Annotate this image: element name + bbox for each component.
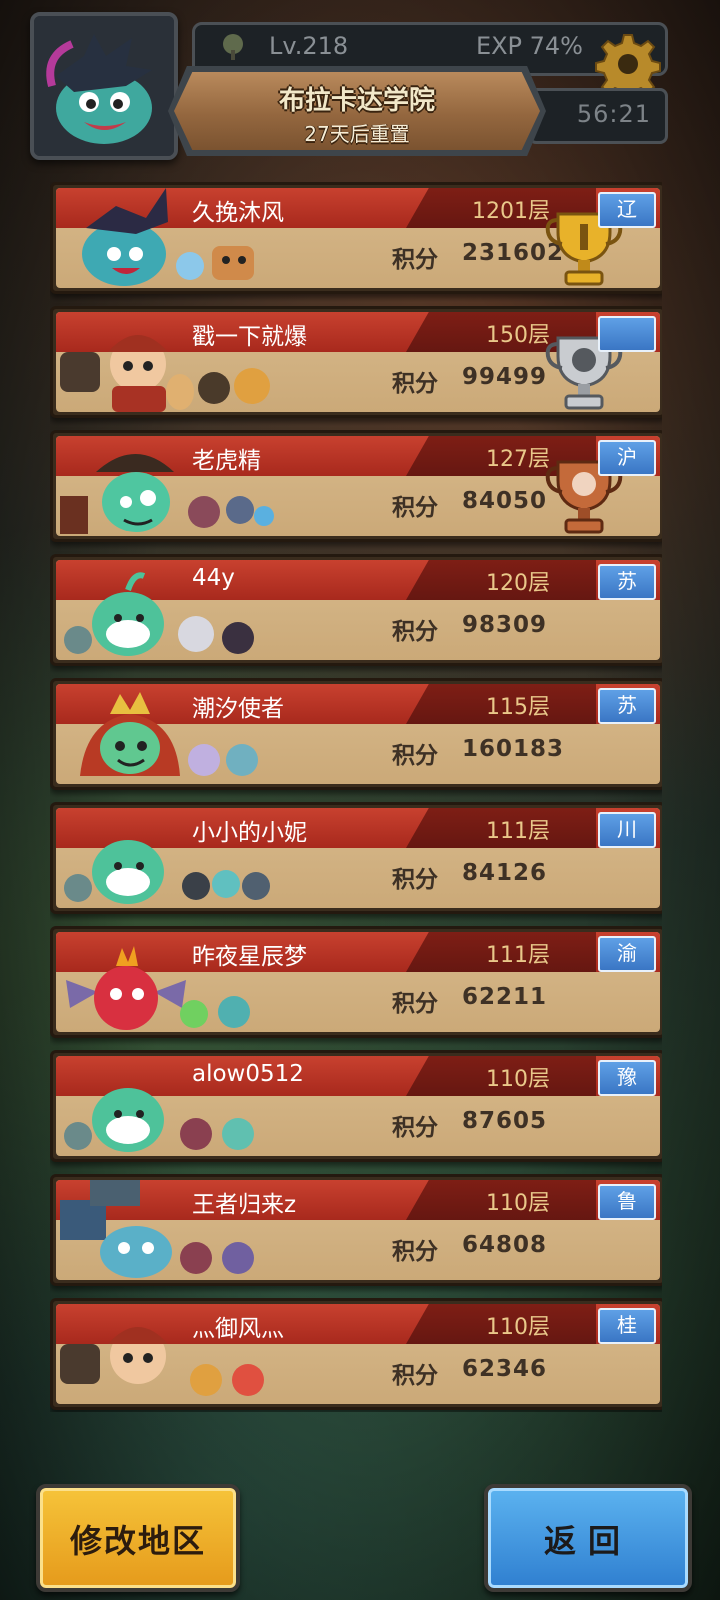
team-avatars <box>64 572 254 656</box>
score-label: 积分 <box>392 991 438 1017</box>
score-value: 98309 <box>462 612 548 638</box>
ranking-card[interactable]: alow0512 110层 积分 87605 豫 <box>50 1050 662 1162</box>
score-label: 积分 <box>392 619 438 645</box>
score-value: 99499 <box>462 364 548 390</box>
score-value: 84126 <box>462 860 548 886</box>
score-value: 87605 <box>462 1108 548 1134</box>
score-label: 积分 <box>392 867 438 893</box>
region-badge: 渝 <box>598 936 656 972</box>
player-name: 小小的小妮 <box>192 820 307 846</box>
score-label: 积分 <box>392 1115 438 1141</box>
floor-count: 150层 <box>486 323 550 348</box>
countdown-timer: 56:21 <box>528 88 668 144</box>
edit-region-label: 修改地区 <box>69 1522 206 1560</box>
floor-count: 111层 <box>486 819 550 844</box>
region-badge: 苏 <box>598 564 656 600</box>
ranking-card[interactable]: 灬御风灬 110层 积分 62346 桂 <box>50 1298 662 1410</box>
ranking-list[interactable]: 久挽沐风 1201层 积分 231602 辽 戳一下就爆 150层 积分 994… <box>50 182 662 1412</box>
floor-count: 115层 <box>486 695 550 720</box>
score-label: 积分 <box>392 1239 438 1265</box>
ranking-card[interactable]: 戳一下就爆 150层 积分 99499 <box>50 306 662 418</box>
player-name: 昨夜星辰梦 <box>192 944 307 970</box>
floor-count: 110层 <box>486 1315 550 1340</box>
timer-text: 56:21 <box>576 100 651 128</box>
ranking-card[interactable]: 小小的小妮 111层 积分 84126 川 <box>50 802 662 914</box>
player-level: Lv.218 <box>269 32 349 60</box>
region-badge: 鲁 <box>598 1184 656 1220</box>
region-badge: 苏 <box>598 688 656 724</box>
score-label: 积分 <box>392 247 438 273</box>
score-value: 64808 <box>462 1232 548 1258</box>
back-label: 返回 <box>543 1522 632 1560</box>
back-button[interactable]: 返回 <box>484 1484 692 1592</box>
score-label: 积分 <box>392 371 438 397</box>
floor-count: 127层 <box>486 447 550 472</box>
region-badge: 沪 <box>598 440 656 476</box>
floor-count: 110层 <box>486 1191 550 1216</box>
score-label: 积分 <box>392 495 438 521</box>
score-label: 积分 <box>392 1363 438 1389</box>
player-name: 灬御风灬 <box>192 1316 284 1342</box>
reset-countdown: 27天后重置 <box>304 122 410 146</box>
score-value: 160183 <box>462 736 565 762</box>
ranking-card[interactable]: 老虎精 127层 积分 84050 沪 <box>50 430 662 542</box>
floor-count: 120层 <box>486 571 550 596</box>
floor-count: 110层 <box>486 1067 550 1092</box>
tree-icon <box>223 34 243 60</box>
player-name: 潮汐使者 <box>192 696 284 722</box>
score-value: 62211 <box>462 984 548 1010</box>
ranking-card[interactable]: 王者归来z 110层 积分 64808 鲁 <box>50 1174 662 1286</box>
region-badge: 辽 <box>598 192 656 228</box>
score-value: 84050 <box>462 488 548 514</box>
floor-count: 1201层 <box>472 199 550 224</box>
player-name: 王者归来z <box>192 1192 297 1218</box>
leaderboard-title: 布拉卡达学院 <box>278 86 435 116</box>
player-name: 老虎精 <box>192 448 261 474</box>
player-name: 久挽沐风 <box>192 200 284 226</box>
region-badge <box>598 316 656 352</box>
ranking-card[interactable]: 久挽沐风 1201层 积分 231602 辽 <box>50 182 662 294</box>
ranking-card[interactable]: 44y 120层 积分 98309 苏 <box>50 554 662 666</box>
score-value: 62346 <box>462 1356 548 1382</box>
player-name: 44y <box>192 565 235 591</box>
ranking-card[interactable]: 昨夜星辰梦 111层 积分 62211 渝 <box>50 926 662 1038</box>
player-name: alow0512 <box>192 1061 304 1087</box>
player-name: 戳一下就爆 <box>192 324 307 350</box>
region-badge: 豫 <box>598 1060 656 1096</box>
score-label: 积分 <box>392 743 438 769</box>
exp-percentage: EXP 74% <box>475 32 583 60</box>
region-badge: 桂 <box>598 1308 656 1344</box>
player-avatar[interactable] <box>30 12 178 160</box>
ranking-card[interactable]: 潮汐使者 115层 积分 160183 苏 <box>50 678 662 790</box>
edit-region-button[interactable]: 修改地区 <box>36 1484 240 1592</box>
floor-count: 111层 <box>486 943 550 968</box>
region-badge: 川 <box>598 812 656 848</box>
player-avatar-image <box>34 16 174 156</box>
